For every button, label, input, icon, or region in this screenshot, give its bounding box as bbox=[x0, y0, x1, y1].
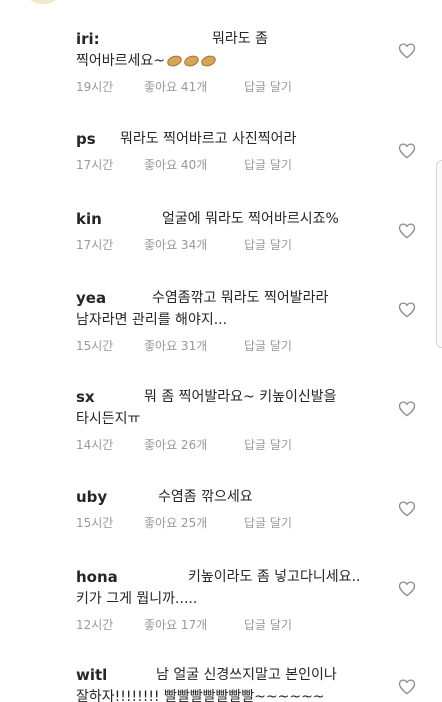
comment-time: 14시간 bbox=[76, 438, 114, 452]
comment-text-line2: 타시든지ㅠ bbox=[76, 411, 141, 427]
like-heart-icon[interactable] bbox=[398, 400, 418, 418]
comment-time: 19시간 bbox=[76, 80, 114, 94]
emoji-icon bbox=[165, 53, 184, 69]
comment-likes[interactable]: 좋아요 25개 bbox=[144, 514, 207, 531]
comment-username[interactable]: witl bbox=[76, 664, 107, 686]
comment-likes[interactable]: 좋아요 40개 bbox=[144, 156, 207, 173]
comment-text-line2: 찍어바르세요~ bbox=[76, 50, 218, 72]
comment-username[interactable]: kin bbox=[76, 208, 102, 230]
comment-time: 15시간 bbox=[76, 339, 114, 353]
comment-time: 17시간 bbox=[76, 158, 114, 172]
comment-text-line1: 뭐라도 좀 bbox=[212, 31, 268, 47]
emoji-icon bbox=[182, 53, 201, 69]
comment-likes[interactable]: 좋아요 41개 bbox=[144, 78, 207, 95]
like-heart-icon[interactable] bbox=[398, 580, 418, 598]
comment-text-line2: 잘하자!!!!!!!! 빨빨빨빨빨빨빨~~~~~~ bbox=[76, 689, 325, 702]
comment-time: 12시간 bbox=[76, 618, 114, 632]
comment-likes[interactable]: 좋아요 17개 bbox=[144, 616, 207, 633]
comment-text-line1: 키높이라도 좀 넣고다니세요.. bbox=[188, 569, 361, 585]
emoji-icon bbox=[199, 53, 218, 69]
reply-button[interactable]: 답글 달기 bbox=[244, 156, 292, 173]
avatar bbox=[28, 0, 58, 4]
reply-button[interactable]: 답글 달기 bbox=[244, 436, 292, 453]
comment-time: 17시간 bbox=[76, 238, 114, 252]
reply-button[interactable]: 답글 달기 bbox=[244, 337, 292, 354]
comment-text-line1: 뭐라도 찍어바르고 사진찍어라 bbox=[120, 131, 297, 147]
comment-text-line1: 수염좀 깎으세요 bbox=[158, 489, 253, 505]
comment-username[interactable]: ps bbox=[76, 128, 96, 150]
like-heart-icon[interactable] bbox=[398, 42, 418, 60]
like-heart-icon[interactable] bbox=[398, 678, 418, 696]
comment-likes[interactable]: 좋아요 26개 bbox=[144, 436, 207, 453]
comment-username[interactable]: yea bbox=[76, 287, 106, 309]
comment-username[interactable]: uby bbox=[76, 486, 107, 508]
comment-likes[interactable]: 좋아요 34개 bbox=[144, 236, 207, 253]
reply-button[interactable]: 답글 달기 bbox=[244, 78, 292, 95]
reply-button[interactable]: 답글 달기 bbox=[244, 616, 292, 633]
comment-likes[interactable]: 좋아요 31개 bbox=[144, 337, 207, 354]
comment-text-line2: 키가 그게 뭡니까..... bbox=[76, 591, 198, 607]
like-heart-icon[interactable] bbox=[398, 142, 418, 160]
comment-username[interactable]: iri: bbox=[76, 28, 100, 50]
reply-button[interactable]: 답글 달기 bbox=[244, 514, 292, 531]
like-heart-icon[interactable] bbox=[398, 222, 418, 240]
comment-text-line2: 남자라면 관리를 해야지... bbox=[76, 312, 228, 328]
comment-username[interactable]: hona bbox=[76, 566, 118, 588]
like-heart-icon[interactable] bbox=[398, 500, 418, 518]
comment-text-line1: 남 얼굴 신경쓰지말고 본인이나 bbox=[156, 667, 337, 683]
comment-time: 15시간 bbox=[76, 516, 114, 530]
comment-username[interactable]: sx bbox=[76, 386, 95, 408]
comment-text-line1: 뭐 좀 찍어발라요~ 키높이신발을 bbox=[144, 389, 337, 405]
reply-button[interactable]: 답글 달기 bbox=[244, 236, 292, 253]
scroll-edge-panel bbox=[436, 160, 442, 348]
comment-text-line1: 얼굴에 뭐라도 찍어바르시죠% bbox=[162, 211, 339, 227]
comments-screen: iri: 뭐라도 좀 찍어바르세요~ 19시간 좋아요 41개 답글 달기 ps… bbox=[0, 0, 442, 702]
like-heart-icon[interactable] bbox=[398, 301, 418, 319]
comment-text-line1: 수염좀깎고 뭐라도 찍어발라라 bbox=[152, 290, 329, 306]
